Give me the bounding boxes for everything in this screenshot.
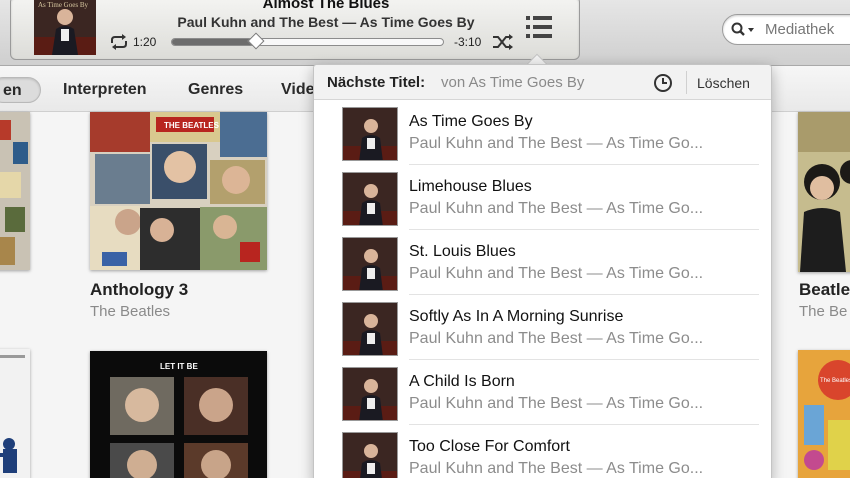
tab-interpreten[interactable]: Interpreten [63,81,147,99]
nav-pill-selected[interactable]: en [0,77,41,103]
svg-text:The Beatles: The Beatles [820,378,850,384]
now-playing-display: As Time Goes By Almost The Blues Paul Ku… [10,0,580,60]
track-subtitle: Paul Kuhn and The Best — As Time Go... [409,330,704,347]
repeat-icon[interactable] [109,34,129,50]
up-next-track[interactable]: Too Close For Comfort Paul Kuhn and The … [314,425,771,478]
track-title: Too Close For Comfort [409,438,570,455]
search-placeholder: Mediathek [765,21,835,38]
track-title: Limehouse Blues [409,178,532,195]
search-field[interactable]: Mediathek [722,14,850,45]
now-playing-title: Almost The Blues [262,0,390,12]
up-next-context: von As Time Goes By [441,74,585,91]
up-next-header: Nächste Titel: von As Time Goes By Lösch… [314,65,771,100]
album-cover[interactable] [798,112,850,272]
up-next-track[interactable]: A Child Is Born Paul Kuhn and The Best —… [314,360,771,425]
track-subtitle: Paul Kuhn and The Best — As Time Go... [409,460,704,477]
svg-text:LET IT BE: LET IT BE [160,362,198,371]
track-title: As Time Goes By [409,113,533,130]
album-cover[interactable]: LET IT BE [90,351,267,478]
track-artwork [342,107,398,161]
svg-text:As Time Goes By: As Time Goes By [38,1,88,9]
up-next-track[interactable]: St. Louis Blues Paul Kuhn and The Best —… [314,230,771,295]
track-title: Softly As In A Morning Sunrise [409,308,624,325]
search-icon[interactable] [731,22,757,38]
track-title: A Child Is Born [409,373,515,390]
album-cover[interactable] [0,349,30,478]
track-artwork [342,302,398,356]
progress-fill [172,39,256,45]
track-artwork [342,432,398,478]
up-next-popover: Nächste Titel: von As Time Goes By Lösch… [313,64,772,478]
tab-genres[interactable]: Genres [188,81,243,99]
track-artwork [342,367,398,421]
up-next-list-icon[interactable] [525,14,553,40]
album-cover[interactable] [0,112,30,270]
track-subtitle: Paul Kuhn and The Best — As Time Go... [409,135,704,152]
clock-icon[interactable] [653,73,673,93]
elapsed-time: 1:20 [133,35,157,49]
up-next-track-list: As Time Goes By Paul Kuhn and The Best —… [314,100,771,478]
album-artist[interactable]: The Beatles [90,303,170,320]
tab-videos[interactable]: Vide [281,81,315,99]
album-cover-anthology-3[interactable]: THE BEATLES [90,112,267,270]
now-playing-artist-album[interactable]: Paul Kuhn and The Best — As Time Goes By [131,14,521,30]
album-title[interactable]: Beatle [799,280,850,300]
album-cover[interactable]: The Beatles [798,350,850,478]
track-subtitle: Paul Kuhn and The Best — As Time Go... [409,395,704,412]
track-artwork [342,237,398,291]
playhead[interactable] [247,32,265,50]
clear-button[interactable]: Löschen [697,75,750,91]
up-next-track[interactable]: Softly As In A Morning Sunrise Paul Kuhn… [314,295,771,360]
toolbar: As Time Goes By Almost The Blues Paul Ku… [0,0,850,66]
album-title[interactable]: Anthology 3 [90,280,188,300]
progress-bar[interactable] [171,32,444,50]
remaining-time: -3:10 [454,35,482,49]
up-next-heading: Nächste Titel: [327,74,426,91]
up-next-track[interactable]: As Time Goes By Paul Kuhn and The Best —… [314,100,771,165]
album-artist[interactable]: The Be [799,303,847,320]
track-artwork [342,172,398,226]
now-playing-artwork[interactable]: As Time Goes By [34,0,96,55]
track-subtitle: Paul Kuhn and The Best — As Time Go... [409,265,704,282]
up-next-track[interactable]: Limehouse Blues Paul Kuhn and The Best —… [314,165,771,230]
shuffle-icon[interactable] [492,33,514,51]
divider [686,71,687,94]
track-title: St. Louis Blues [409,243,516,260]
svg-text:THE BEATLES: THE BEATLES [164,121,220,130]
track-subtitle: Paul Kuhn and The Best — As Time Go... [409,200,704,217]
